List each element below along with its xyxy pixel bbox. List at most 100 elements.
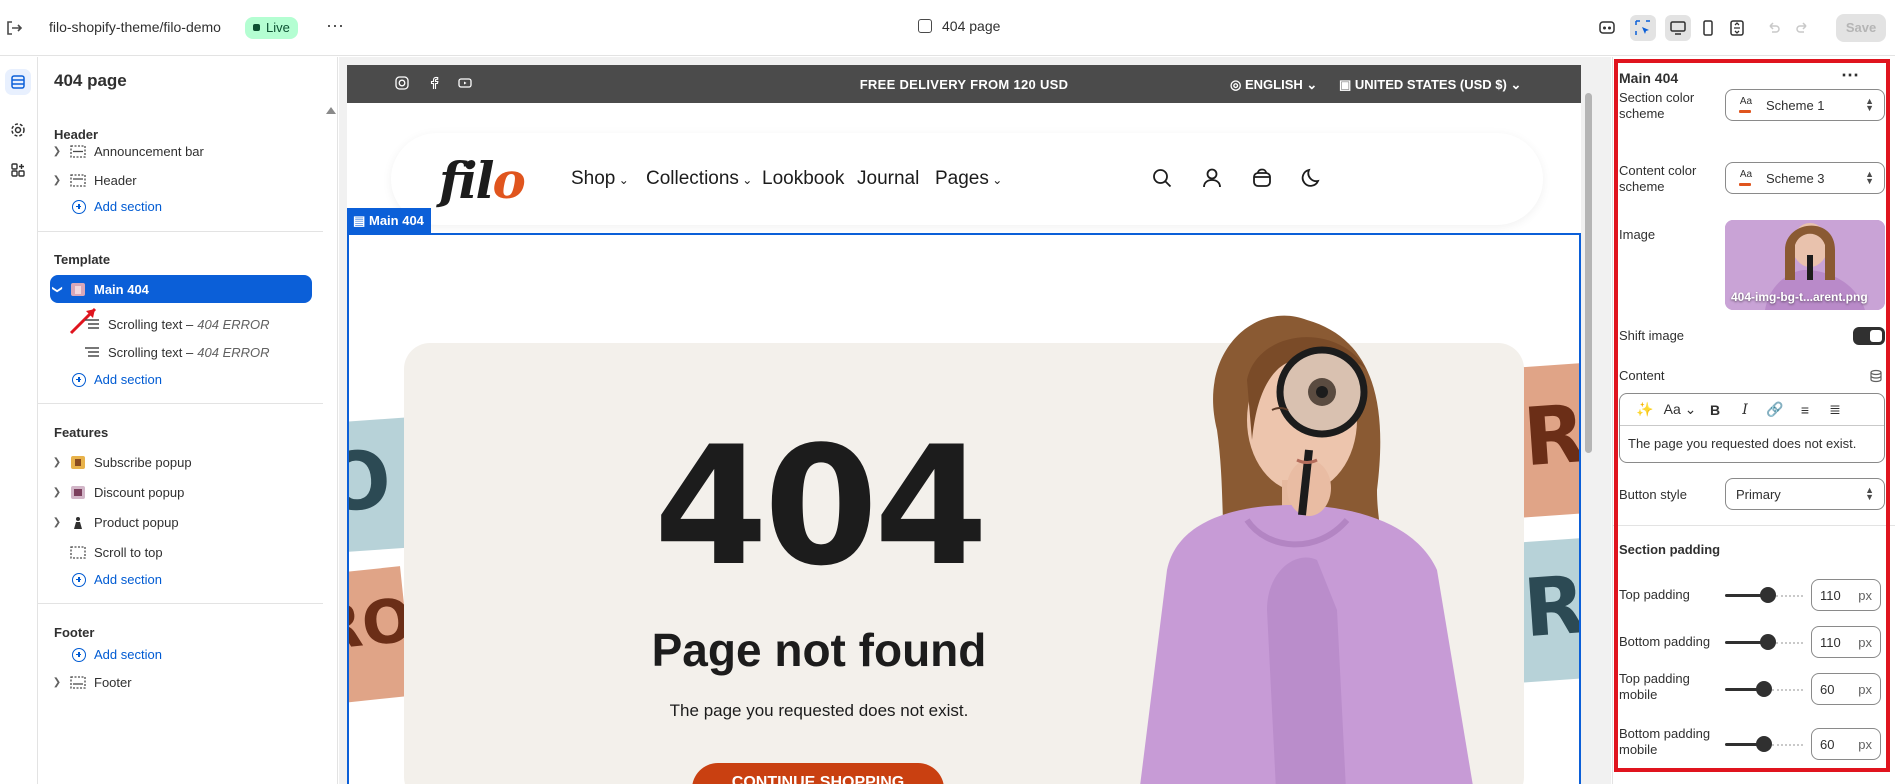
popup-thumbnail-icon bbox=[71, 485, 85, 499]
chevron-right-icon[interactable]: ❯ bbox=[50, 487, 64, 498]
selected-section-outline bbox=[347, 233, 1581, 784]
nav-pages[interactable]: Pages ⌄ bbox=[935, 168, 1002, 190]
dark-mode-moon-icon[interactable] bbox=[1301, 167, 1323, 189]
preview-scrollbar[interactable] bbox=[1583, 65, 1593, 784]
sidebar-item-scroll-to-top[interactable]: Scroll to top bbox=[70, 538, 330, 566]
sidebar-item-announcement-bar[interactable]: ❯ Announcement bar bbox=[50, 137, 310, 165]
chevron-right-icon[interactable]: ❯ bbox=[50, 457, 64, 468]
add-section-label: Add section bbox=[94, 647, 162, 662]
undo-icon[interactable] bbox=[1760, 15, 1786, 41]
block-label: Scrolling text – bbox=[108, 316, 194, 332]
chevron-right-icon[interactable]: ❯ bbox=[50, 517, 64, 528]
section-icon bbox=[70, 675, 86, 689]
block-sub: 404 ERROR bbox=[197, 344, 270, 360]
currency-label: UNITED STATES (USD $) bbox=[1354, 77, 1507, 92]
section-tag[interactable]: ▤ Main 404 bbox=[347, 208, 431, 234]
exit-icon[interactable] bbox=[4, 18, 24, 38]
apps-icon[interactable] bbox=[5, 157, 31, 183]
account-icon[interactable] bbox=[1201, 167, 1223, 189]
chevron-down-icon: ⌄ bbox=[988, 173, 1003, 187]
divider bbox=[38, 403, 323, 404]
settings-gear-icon[interactable] bbox=[5, 117, 31, 143]
store-name[interactable]: filo-shopify-theme/filo-demo bbox=[49, 19, 221, 35]
add-section-label: Add section bbox=[94, 572, 162, 587]
sidebar-item-footer[interactable]: ❯ Footer bbox=[50, 668, 310, 696]
block-label: Scrolling text – bbox=[108, 344, 194, 360]
search-icon[interactable] bbox=[1151, 167, 1173, 189]
nav-shop[interactable]: Shop ⌄ bbox=[571, 168, 629, 190]
redo-icon[interactable] bbox=[1790, 15, 1816, 41]
currency-selector[interactable]: ▣ UNITED STATES (USD $) ⌄ bbox=[1339, 77, 1521, 93]
logo-accent: o bbox=[492, 151, 526, 210]
section-icon bbox=[70, 144, 86, 158]
section-tag-icon: ▤ bbox=[353, 213, 366, 228]
sidebar-item-label: Scroll to top bbox=[94, 544, 163, 560]
chevron-right-icon[interactable]: ❯ bbox=[50, 677, 64, 688]
desktop-view-icon[interactable] bbox=[1665, 15, 1691, 41]
add-circle-icon bbox=[72, 199, 86, 214]
more-actions-button[interactable]: ⋯ bbox=[326, 16, 345, 37]
nav-collections[interactable]: Collections ⌄ bbox=[646, 168, 752, 190]
sidebar-item-header[interactable]: ❯ Header bbox=[50, 166, 310, 194]
sections-icon[interactable] bbox=[5, 69, 31, 95]
add-circle-icon bbox=[72, 372, 86, 387]
language-selector[interactable]: ◎ ENGLISH ⌄ bbox=[1230, 77, 1317, 93]
scrollbar-thumb[interactable] bbox=[1585, 93, 1592, 453]
sections-sidebar: 404 page Header ❯ Announcement bar ❯ Hea… bbox=[38, 57, 338, 784]
sidebar-item-discount-popup[interactable]: ❯ Discount popup bbox=[50, 478, 310, 506]
section-icon bbox=[70, 173, 86, 187]
sidebar-item-subscribe-popup[interactable]: ❯ Subscribe popup bbox=[50, 448, 310, 476]
storefront-preview: FREE DELIVERY FROM 120 USD ◎ ENGLISH ⌄ ▣… bbox=[339, 57, 1611, 784]
left-rail bbox=[0, 57, 38, 784]
block-sub: 404 ERROR bbox=[197, 316, 270, 332]
fullscreen-icon[interactable] bbox=[1724, 15, 1750, 41]
add-section-footer[interactable]: Add section bbox=[72, 647, 162, 662]
sidebar-item-label: Product popup bbox=[94, 514, 179, 530]
divider bbox=[38, 231, 323, 232]
group-footer-title: Footer bbox=[54, 625, 95, 640]
add-section-features[interactable]: Add section bbox=[72, 572, 162, 587]
chevron-down-icon: ⌄ bbox=[1302, 77, 1318, 92]
chevron-down-icon: ⌄ bbox=[738, 173, 753, 187]
sidebar-item-label: Subscribe popup bbox=[94, 454, 192, 470]
mobile-view-icon[interactable] bbox=[1695, 15, 1721, 41]
text-lines-icon bbox=[85, 318, 99, 329]
sidebar-title: 404 page bbox=[54, 71, 127, 90]
group-features-title: Features bbox=[54, 425, 109, 440]
inspector-icon[interactable] bbox=[1594, 15, 1620, 41]
sidebar-item-label: Header bbox=[94, 172, 137, 188]
cart-icon[interactable] bbox=[1251, 167, 1273, 189]
add-section-template[interactable]: Add section bbox=[72, 372, 162, 387]
highlight-box bbox=[1614, 59, 1890, 772]
save-button[interactable]: Save bbox=[1836, 14, 1886, 42]
nav-lookbook[interactable]: Lookbook bbox=[762, 168, 844, 190]
sidebar-item-product-popup[interactable]: ❯ Product popup bbox=[50, 508, 310, 536]
add-section-header[interactable]: Add section bbox=[72, 199, 162, 214]
nav-journal[interactable]: Journal bbox=[857, 168, 919, 190]
person-thumbnail-icon bbox=[74, 516, 82, 529]
status-label: Live bbox=[266, 20, 290, 35]
nav-collections-label: Collections bbox=[646, 168, 739, 189]
sidebar-item-label: Footer bbox=[94, 674, 132, 690]
chevron-down-icon: ⌄ bbox=[1506, 77, 1522, 92]
scroll-up-arrow-icon[interactable] bbox=[326, 107, 336, 114]
text-lines-icon bbox=[85, 346, 99, 357]
sidebar-block-scrolling-text-1[interactable]: Scrolling text –404 ERROR bbox=[84, 310, 344, 338]
language-label: ENGLISH bbox=[1244, 77, 1303, 92]
logo-text: fil bbox=[439, 151, 494, 210]
nav-shop-label: Shop bbox=[571, 168, 616, 189]
chevron-down-icon[interactable]: ❯ bbox=[52, 282, 63, 296]
chevron-right-icon[interactable]: ❯ bbox=[50, 175, 64, 186]
chevron-right-icon[interactable]: ❯ bbox=[50, 146, 64, 157]
section-thumbnail-icon bbox=[71, 282, 85, 296]
page-selector[interactable]: 404 page bbox=[918, 18, 1000, 34]
select-tool-icon[interactable] bbox=[1630, 15, 1656, 41]
sidebar-block-scrolling-text-2[interactable]: Scrolling text –404 ERROR bbox=[84, 338, 344, 366]
preview-frame: FREE DELIVERY FROM 120 USD ◎ ENGLISH ⌄ ▣… bbox=[347, 65, 1581, 784]
top-bar: filo-shopify-theme/filo-demo Live ⋯ 404 … bbox=[0, 0, 1895, 56]
sidebar-item-main-404[interactable]: ❯ Main 404 bbox=[50, 275, 312, 303]
site-logo[interactable]: filo bbox=[439, 151, 526, 210]
announcement-bar: FREE DELIVERY FROM 120 USD ◎ ENGLISH ⌄ ▣… bbox=[347, 65, 1581, 103]
add-section-label: Add section bbox=[94, 199, 162, 214]
add-section-label: Add section bbox=[94, 372, 162, 387]
